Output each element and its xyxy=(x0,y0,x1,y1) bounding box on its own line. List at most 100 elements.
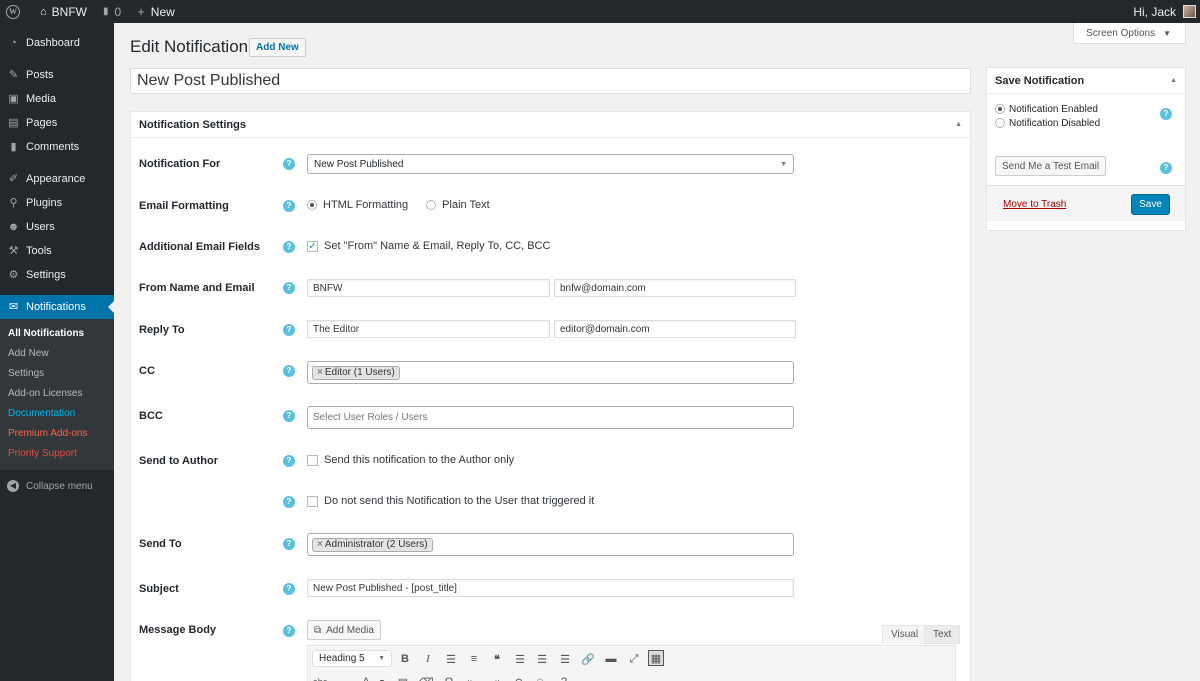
help-icon[interactable]: ? xyxy=(1160,162,1172,174)
fullscreen-icon[interactable]: ⤢ xyxy=(626,651,642,667)
comments-link[interactable]: ▮ 0 xyxy=(97,0,127,23)
sidebar-item-plugins[interactable]: ⚲ Plugins xyxy=(0,191,114,215)
sidebar-item-pages[interactable]: ▤ Pages xyxy=(0,111,114,135)
horizontal-line-icon[interactable]: — xyxy=(335,674,351,681)
help-icon[interactable]: ? xyxy=(283,200,295,212)
help-icon[interactable]: ? xyxy=(283,496,295,508)
sidebar-item-users[interactable]: ☻ Users xyxy=(0,215,114,239)
help-icon[interactable]: ? xyxy=(283,241,295,253)
submenu-priority-support[interactable]: Priority Support xyxy=(0,444,114,464)
sidebar-item-posts[interactable]: ✎ Posts xyxy=(0,63,114,87)
toolbar-toggle-icon[interactable]: ▦ xyxy=(648,650,664,666)
sidebar-item-comments[interactable]: ▮ Comments xyxy=(0,135,114,159)
outdent-icon[interactable]: ⇤ xyxy=(464,674,480,681)
help-icon[interactable]: ? xyxy=(283,282,295,294)
submenu-documentation[interactable]: Documentation xyxy=(0,404,114,424)
move-to-trash-link[interactable]: Move to Trash xyxy=(1003,199,1066,210)
read-more-icon[interactable]: ▬ xyxy=(603,651,619,667)
numbered-list-icon[interactable]: ≡ xyxy=(466,651,482,667)
save-notification-header[interactable]: Save Notification ▲ xyxy=(987,68,1185,94)
collapse-box-icon[interactable]: ▲ xyxy=(955,121,962,128)
sidebar-item-appearance[interactable]: ✐ Appearance xyxy=(0,167,114,191)
notification-enabled-radio[interactable] xyxy=(995,104,1005,114)
help-icon[interactable]: ? xyxy=(283,625,295,637)
send-to-multiselect[interactable]: × Administrator (2 Users) xyxy=(307,533,794,556)
align-right-icon[interactable]: ☰ xyxy=(557,651,573,667)
plain-text-radio[interactable] xyxy=(426,200,437,210)
help-icon[interactable]: ? xyxy=(283,324,295,336)
html-formatting-radio[interactable] xyxy=(307,200,317,210)
bullet-list-icon[interactable]: ☰ xyxy=(443,651,459,667)
notification-disabled-radio[interactable] xyxy=(995,118,1005,128)
sidebar-item-label: Users xyxy=(26,221,55,233)
submenu-premium-addons[interactable]: Premium Add-ons xyxy=(0,424,114,444)
save-button[interactable]: Save xyxy=(1131,194,1170,215)
subject-input[interactable]: New Post Published - [post_title] xyxy=(307,579,794,597)
additional-fields-checkbox[interactable]: ✓ xyxy=(307,240,318,252)
tab-text[interactable]: Text xyxy=(924,625,961,644)
link-icon[interactable]: 🔗 xyxy=(580,651,596,667)
help-icon[interactable]: ? xyxy=(283,455,295,467)
format-select[interactable]: Heading 5 ▼ xyxy=(312,650,392,667)
collapse-menu-button[interactable]: ◀ Collapse menu xyxy=(0,474,114,498)
reply-to-name-input[interactable]: The Editor xyxy=(307,320,550,338)
submenu-addon-licenses[interactable]: Add-on Licenses xyxy=(0,384,114,404)
sidebar-item-media[interactable]: ▣ Media xyxy=(0,87,114,111)
remove-token-icon[interactable]: × xyxy=(317,367,323,378)
submenu-settings[interactable]: Settings xyxy=(0,364,114,384)
sidebar-item-settings[interactable]: ⚙ Settings xyxy=(0,263,114,287)
help-icon[interactable]: ? xyxy=(283,583,295,595)
submenu-all-notifications[interactable]: All Notifications xyxy=(0,324,114,344)
my-account-menu[interactable]: Hi, Jack xyxy=(1127,0,1200,23)
help-icon[interactable]: ? xyxy=(283,538,295,550)
tab-visual[interactable]: Visual xyxy=(882,625,928,644)
screen-options-toggle[interactable]: Screen Options ▼ xyxy=(1073,23,1186,44)
notification-settings-header[interactable]: Notification Settings ▲ xyxy=(131,112,970,138)
from-email-input[interactable]: bnfw@domain.com xyxy=(554,279,796,297)
submenu-add-new[interactable]: Add New xyxy=(0,344,114,364)
notification-for-select[interactable]: New Post Published ▼ xyxy=(307,154,794,174)
align-left-icon[interactable]: ☰ xyxy=(512,651,528,667)
sidebar-item-dashboard[interactable]: ◔ Dashboard xyxy=(0,31,114,55)
do-not-send-checkbox[interactable] xyxy=(307,495,318,507)
clear-formatting-icon[interactable]: ⌫ xyxy=(418,674,434,681)
text-color-dropdown-icon[interactable]: ▼ xyxy=(374,674,390,681)
cc-token[interactable]: × Editor (1 Users) xyxy=(312,365,400,380)
send-test-email-button[interactable]: Send Me a Test Email xyxy=(995,156,1107,176)
sidebar-item-notifications[interactable]: ✉ Notifications xyxy=(0,295,114,319)
send-to-token[interactable]: × Administrator (2 Users) xyxy=(312,537,433,552)
blockquote-icon[interactable]: ❝ xyxy=(489,651,505,667)
from-name-input[interactable]: BNFW xyxy=(307,279,550,297)
bcc-multiselect[interactable]: Select User Roles / Users xyxy=(307,406,794,429)
special-character-icon[interactable]: Ω xyxy=(441,674,457,681)
italic-icon[interactable]: I xyxy=(420,651,436,667)
new-content-menu[interactable]: + New xyxy=(131,0,181,23)
indent-icon[interactable]: ⇥ xyxy=(487,674,503,681)
sidebar-item-label: Notifications xyxy=(26,301,86,313)
strikethrough-icon[interactable]: abc xyxy=(312,674,328,681)
add-media-button[interactable]: ⧉ Add Media xyxy=(307,620,381,640)
send-to-author-checkbox[interactable] xyxy=(307,454,318,466)
collapse-box-icon[interactable]: ▲ xyxy=(1170,77,1177,84)
add-new-button[interactable]: Add New xyxy=(249,38,306,57)
remove-token-icon[interactable]: × xyxy=(317,539,323,550)
text-color-icon[interactable]: A xyxy=(358,674,374,681)
redo-icon[interactable]: ↷ xyxy=(533,674,549,681)
help-circle-icon[interactable]: ? xyxy=(556,674,572,681)
wordpress-logo-menu[interactable]: W xyxy=(0,0,26,23)
cc-multiselect[interactable]: × Editor (1 Users) xyxy=(307,361,794,384)
site-name-link[interactable]: ⌂ BNFW xyxy=(34,0,93,23)
site-name-label: BNFW xyxy=(51,4,87,19)
notification-title-input[interactable]: New Post Published xyxy=(130,68,971,94)
paste-text-icon[interactable]: ▤ xyxy=(395,674,411,681)
align-center-icon[interactable]: ☰ xyxy=(534,651,550,667)
undo-icon[interactable]: ↶ xyxy=(510,674,526,681)
help-icon[interactable]: ? xyxy=(283,365,295,377)
help-icon[interactable]: ? xyxy=(283,158,295,170)
help-icon[interactable]: ? xyxy=(283,410,295,422)
bold-icon[interactable]: B xyxy=(397,651,413,667)
message-editor[interactable]: Heading 5 ▼ B I ☰ ≡ ❝ ☰ ☰ ☰ 🔗 ▬ ⤢ ▦ abc … xyxy=(307,645,956,681)
reply-to-email-input[interactable]: editor@domain.com xyxy=(554,320,796,338)
sidebar-item-tools[interactable]: ⚒ Tools xyxy=(0,239,114,263)
help-icon[interactable]: ? xyxy=(1160,108,1172,120)
